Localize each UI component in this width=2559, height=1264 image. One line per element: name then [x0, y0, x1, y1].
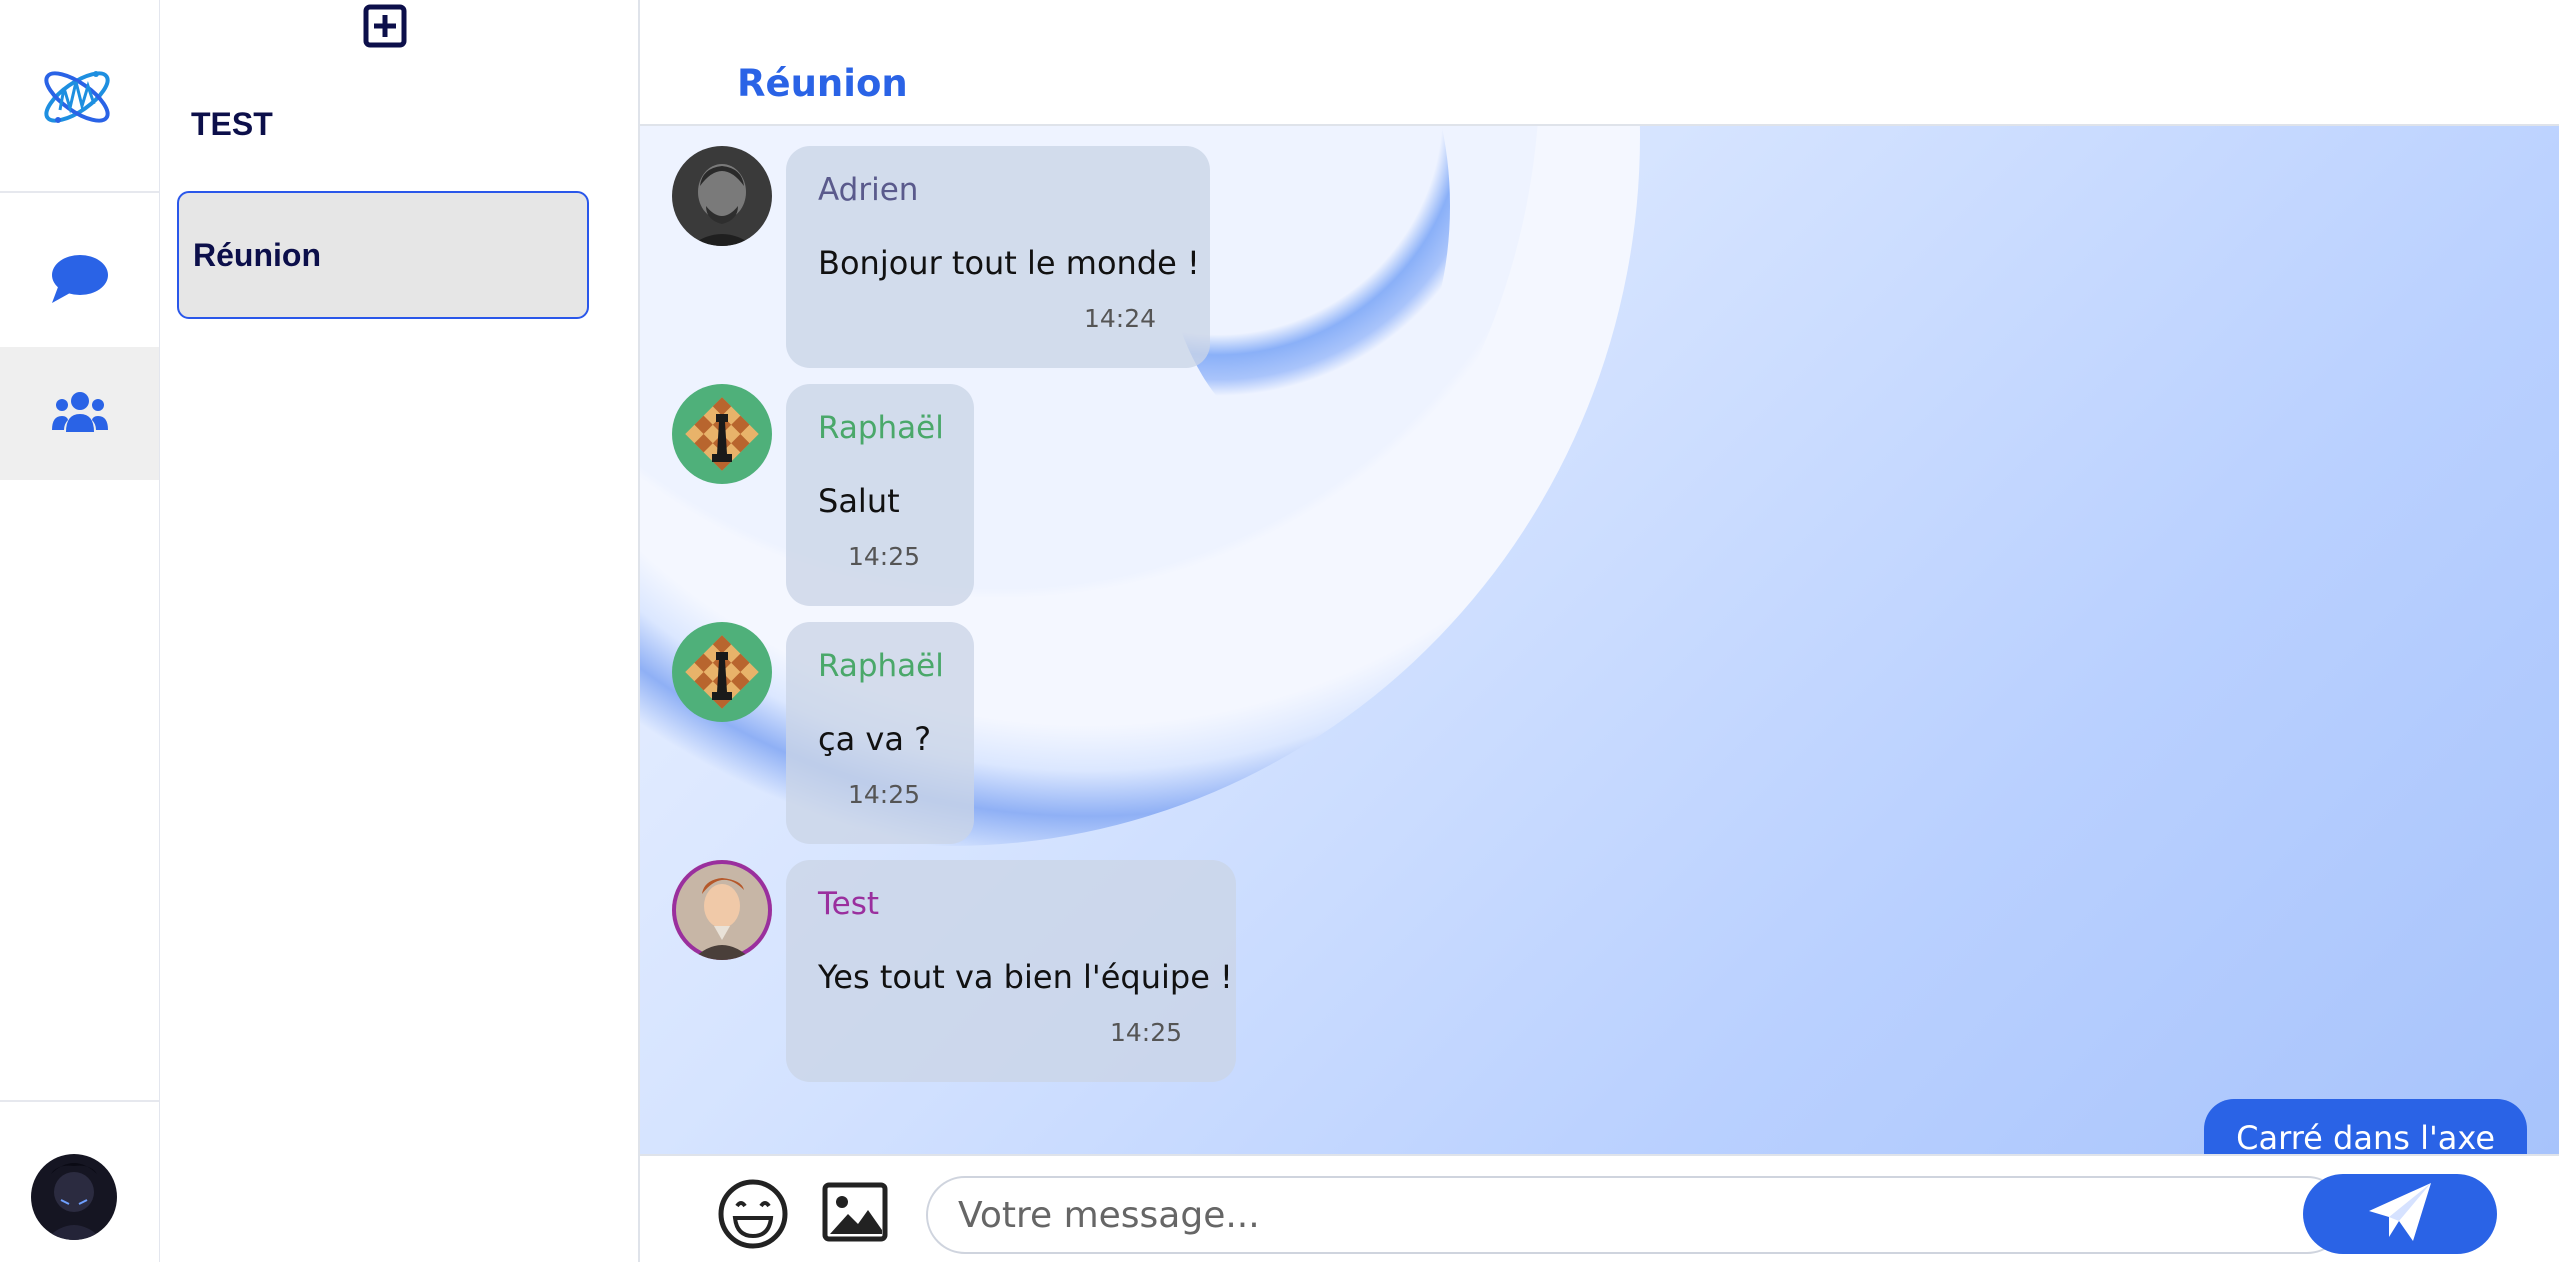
message-bubble: Raphaël Salut 14:25 [786, 384, 974, 606]
message-row: Raphaël ça va ? 14:25 [672, 622, 974, 844]
message-row: Adrien Bonjour tout le monde ! 14:24 [672, 146, 1210, 368]
message-author: Raphaël [818, 410, 944, 446]
image-icon[interactable] [822, 1182, 888, 1242]
app-rail [0, 0, 161, 1262]
group-item-reunion[interactable]: Réunion [177, 191, 589, 319]
message-text: Yes tout va bien l'équipe ! [818, 958, 1233, 996]
message-row: Test Yes tout va bien l'équipe ! 14:25 [672, 860, 1236, 1082]
message-bubble: Test Yes tout va bien l'équipe ! 14:25 [786, 860, 1236, 1082]
message-composer [640, 1154, 2559, 1264]
message-text: Salut [818, 482, 900, 520]
user-avatar[interactable] [31, 1154, 117, 1240]
message-time: 14:25 [847, 780, 920, 809]
group-section-title: TEST [191, 106, 273, 142]
rail-divider [0, 191, 159, 193]
message-text: ça va ? [818, 720, 932, 758]
nav-groups[interactable] [0, 347, 159, 480]
smile-icon[interactable] [717, 1178, 789, 1250]
group-panel: TEST Réunion [160, 0, 640, 1262]
chat-bubble-icon [50, 253, 110, 309]
chat-header: Réunion [640, 0, 2559, 126]
users-icon [51, 390, 108, 438]
group-item-label: Réunion [193, 236, 321, 273]
paper-plane-icon [2367, 1181, 2433, 1247]
send-button[interactable] [2303, 1174, 2497, 1254]
message-author: Adrien [818, 172, 919, 208]
author-avatar[interactable] [672, 146, 772, 246]
message-bubble: Adrien Bonjour tout le monde ! 14:24 [786, 146, 1210, 368]
chat-area: Réunion Adrien Bonjour tout le monde ! 1… [640, 0, 2559, 1264]
message-author: Test [818, 886, 880, 922]
message-author: Raphaël [818, 648, 944, 684]
author-avatar[interactable] [672, 622, 772, 722]
message-time: 14:25 [1109, 1018, 1182, 1047]
chat-title: Réunion [737, 62, 908, 105]
atom-logo-icon[interactable] [38, 58, 116, 136]
message-text: Bonjour tout le monde ! [818, 244, 1200, 282]
message-time: 14:24 [1083, 304, 1156, 333]
author-avatar[interactable] [672, 384, 772, 484]
message-bubble: Raphaël ça va ? 14:25 [786, 622, 974, 844]
chat-background: Adrien Bonjour tout le monde ! 14:24 Rap… [640, 126, 2559, 1154]
message-time: 14:25 [847, 542, 920, 571]
nav-chat[interactable] [0, 214, 159, 347]
author-avatar[interactable] [672, 860, 772, 960]
own-message-bubble: Carré dans l'axe [2204, 1099, 2527, 1154]
rail-divider [0, 1100, 159, 1102]
message-input[interactable] [926, 1176, 2346, 1254]
plus-square-icon[interactable] [363, 4, 407, 48]
message-row: Raphaël Salut 14:25 [672, 384, 974, 606]
